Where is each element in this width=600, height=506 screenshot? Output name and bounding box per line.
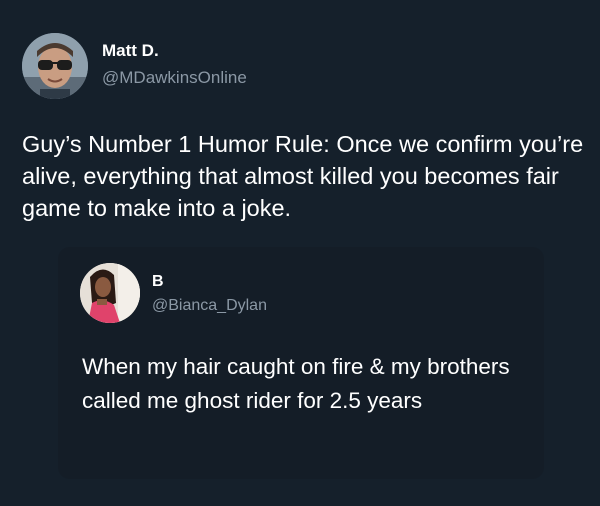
quoted-tweet-card[interactable]: B @Bianca_Dylan When my hair caught on f… <box>58 247 544 479</box>
avatar[interactable] <box>22 33 88 99</box>
quoted-user-display-name[interactable]: B <box>152 272 164 292</box>
main-tweet: Matt D. @MDawkinsOnline Guy’s Number 1 H… <box>0 0 600 506</box>
quoted-tweet-text: When my hair caught on fire & my brother… <box>82 354 510 413</box>
user-photo-icon <box>22 33 88 99</box>
quoted-user-photo-icon <box>80 263 140 323</box>
user-display-name[interactable]: Matt D. <box>102 41 159 61</box>
user-handle[interactable]: @MDawkinsOnline <box>102 68 247 88</box>
quoted-avatar[interactable] <box>80 263 140 323</box>
quoted-user-handle[interactable]: @Bianca_Dylan <box>152 296 267 316</box>
tweet-text: Guy’s Number 1 Humor Rule: Once we confi… <box>22 131 584 221</box>
